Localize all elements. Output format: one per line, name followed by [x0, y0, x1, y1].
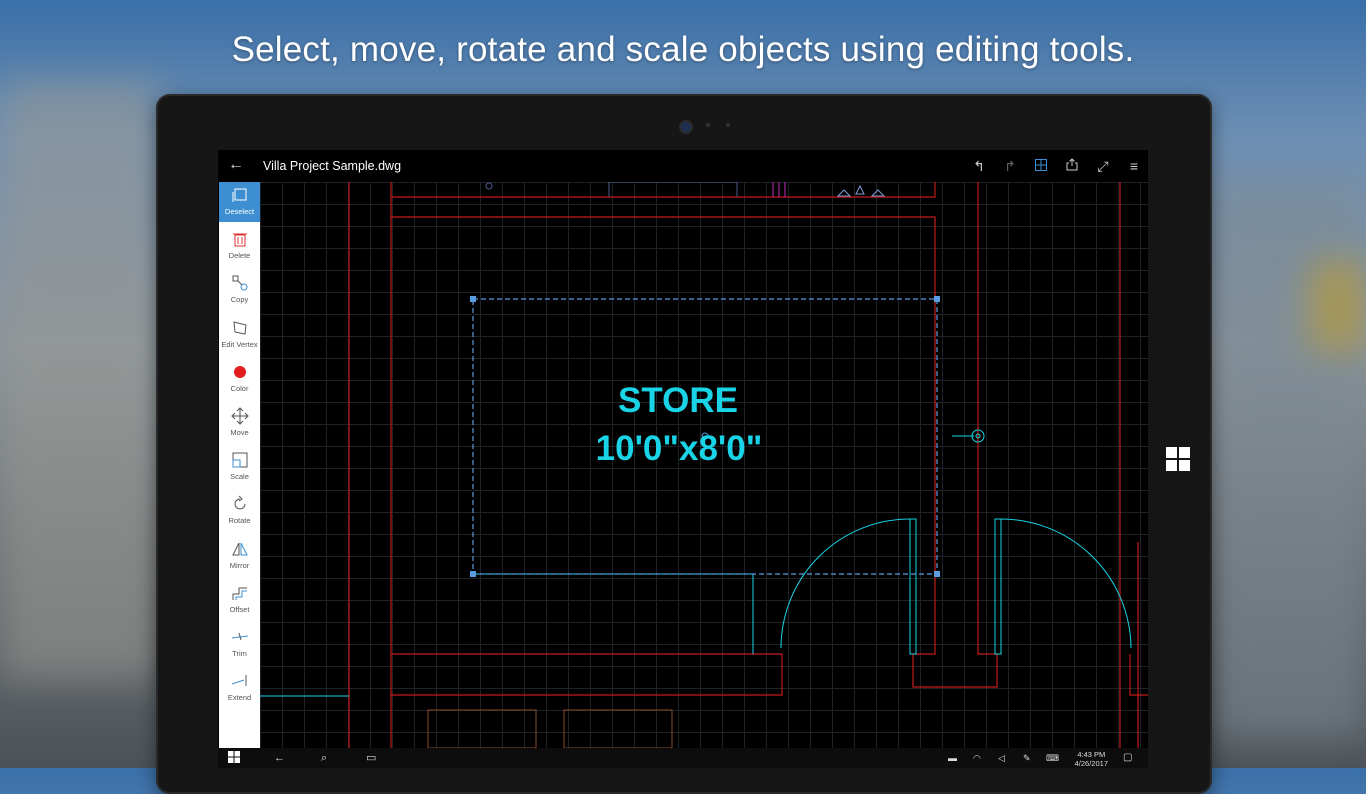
tool-label: Rotate — [228, 516, 251, 526]
offset-icon — [231, 584, 249, 602]
redo-icon[interactable]: ↱ — [1001, 157, 1019, 175]
tool-label: Scale — [230, 472, 249, 482]
selection-handle — [934, 571, 940, 577]
background-building — [0, 80, 160, 680]
tool-label: Mirror — [229, 560, 250, 570]
undo-icon[interactable]: ↰ — [970, 157, 988, 175]
tool-trim[interactable]: Trim — [219, 624, 260, 664]
task-view-icon[interactable]: ▭ — [366, 751, 376, 765]
tool-label: Edit Vertex — [221, 339, 258, 349]
windows-logo-icon[interactable] — [1166, 447, 1190, 471]
move-icon — [230, 407, 249, 425]
edit-toolbar: Deselect Delete Copy Edit Vertex Color Move Sc… — [219, 182, 260, 748]
tool-label: Color — [230, 383, 249, 393]
sensor-icon — [726, 123, 730, 127]
tool-label: Deselect — [224, 207, 255, 216]
battery-icon: ▬ — [948, 753, 957, 763]
tool-copy[interactable]: Copy — [219, 270, 260, 310]
clock-date: 4/26/2017 — [1074, 759, 1108, 768]
drawing-canvas[interactable]: STORE 10'0"x8'0" — [260, 182, 1148, 748]
deselect-icon — [231, 186, 249, 204]
file-title: Villa Project Sample.dwg — [263, 159, 402, 173]
extend-icon — [231, 672, 249, 690]
tool-label: Move — [230, 428, 249, 437]
selection-handle — [470, 296, 476, 302]
trim-icon — [231, 628, 249, 646]
keyboard-icon[interactable]: ⌨ — [1046, 751, 1059, 765]
tool-rotate[interactable]: Rotate — [219, 491, 260, 531]
tool-label: Delete — [228, 251, 251, 261]
volume-icon[interactable]: ◁ — [998, 751, 1005, 765]
app-titlebar: ← Villa Project Sample.dwg ↰ ↱ ⤢ ≡ — [218, 150, 1148, 182]
menu-icon[interactable]: ≡ — [1125, 157, 1143, 175]
edit-vertex-icon — [231, 319, 249, 337]
grid-icon[interactable] — [1032, 157, 1050, 175]
rotate-icon — [231, 495, 249, 513]
notification-icon[interactable]: ▢ — [1123, 751, 1132, 765]
tool-edit-vertex[interactable]: Edit Vertex — [219, 315, 260, 355]
pen-icon[interactable]: ✎ — [1023, 751, 1031, 765]
tool-label: Trim — [232, 649, 247, 658]
tool-label: Copy — [230, 295, 249, 305]
copy-icon — [231, 274, 249, 292]
room-size-label: 10'0"x8'0" — [596, 429, 763, 468]
scale-icon — [231, 451, 249, 469]
tool-scale[interactable]: Scale — [219, 447, 260, 487]
back-arrow-icon[interactable]: ← — [228, 156, 244, 174]
tool-move[interactable]: Move — [219, 403, 260, 443]
taskbar-search-icon[interactable]: ⌕ — [321, 751, 327, 765]
tool-color[interactable]: Color — [219, 359, 260, 399]
tool-label: Extend — [227, 693, 252, 703]
tool-deselect[interactable]: Deselect — [219, 182, 260, 222]
mirror-icon — [231, 540, 249, 558]
taskbar-clock[interactable]: 4:43 PM 4/26/2017 — [1075, 750, 1108, 768]
windows-taskbar: ← ⌕ ▭ ▬ ◠ ◁ ✎ ⌨ 4:43 PM 4/26/2017 ▢ — [218, 748, 1148, 768]
app-screen: STORE 10'0"x8'0" ← Villa Project Sample.… — [218, 150, 1148, 768]
clock-time: 4:43 PM — [1077, 750, 1106, 759]
tool-label: Offset — [229, 604, 250, 614]
tool-offset[interactable]: Offset — [219, 580, 260, 620]
trash-icon — [231, 230, 249, 248]
tool-mirror[interactable]: Mirror — [219, 536, 260, 576]
background-sign — [1310, 260, 1366, 350]
taskbar-back-icon[interactable]: ← — [274, 751, 285, 765]
selection-handle — [934, 296, 940, 302]
headline: Select, move, rotate and scale objects u… — [231, 30, 1135, 69]
camera-icon — [679, 120, 693, 134]
sensor-icon — [706, 123, 710, 127]
selection-handle — [470, 571, 476, 577]
tool-delete[interactable]: Delete — [219, 226, 260, 266]
tool-extend[interactable]: Extend — [219, 668, 260, 708]
wifi-icon[interactable]: ◠ — [973, 751, 981, 765]
start-icon[interactable] — [228, 751, 240, 765]
share-icon[interactable] — [1063, 157, 1081, 175]
cad-drawing: STORE 10'0"x8'0" — [260, 182, 1148, 748]
color-dot-icon — [231, 363, 249, 381]
room-name-label: STORE — [618, 381, 738, 420]
fullscreen-icon[interactable]: ⤢ — [1094, 157, 1112, 175]
